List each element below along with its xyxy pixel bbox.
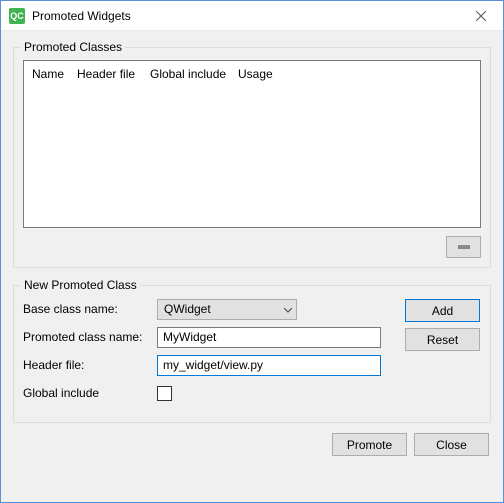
list-toolbar [23, 236, 481, 258]
header-file-input[interactable] [157, 355, 381, 376]
dialog-content: Promoted Classes Name Header file Global… [1, 31, 503, 502]
base-class-value: QWidget [164, 302, 211, 316]
dialog-window: QC Promoted Widgets Promoted Classes Nam… [0, 0, 504, 503]
promote-button[interactable]: Promote [332, 433, 407, 456]
column-global-include[interactable]: Global include [147, 65, 235, 83]
chevron-down-icon [284, 302, 292, 316]
header-file-label: Header file: [23, 358, 157, 372]
group-title-promoted-classes: Promoted Classes [21, 40, 125, 54]
base-class-label: Base class name: [23, 302, 157, 316]
promoted-classes-list[interactable]: Name Header file Global include Usage [23, 60, 481, 228]
close-icon[interactable] [458, 1, 503, 30]
promoted-classes-group: Promoted Classes Name Header file Global… [13, 47, 491, 268]
app-icon: QC [9, 8, 25, 24]
column-name[interactable]: Name [29, 65, 74, 83]
dialog-footer: Promote Close [13, 423, 491, 456]
minus-icon [458, 245, 470, 249]
base-class-select[interactable]: QWidget [157, 299, 297, 320]
close-button[interactable]: Close [414, 433, 489, 456]
titlebar: QC Promoted Widgets [1, 1, 503, 31]
group-title-new-promoted-class: New Promoted Class [21, 278, 140, 292]
global-include-checkbox[interactable] [157, 386, 172, 401]
global-include-label: Global include [23, 386, 157, 400]
promoted-class-label: Promoted class name: [23, 330, 157, 344]
new-promoted-class-group: New Promoted Class Base class name: QWid… [13, 285, 491, 423]
add-button[interactable]: Add [405, 299, 480, 322]
remove-button[interactable] [446, 236, 481, 258]
promoted-class-input[interactable] [157, 327, 381, 348]
reset-button[interactable]: Reset [405, 328, 480, 351]
column-usage[interactable]: Usage [235, 65, 285, 83]
list-header: Name Header file Global include Usage [24, 61, 480, 87]
window-title: Promoted Widgets [32, 9, 458, 23]
column-header-file[interactable]: Header file [74, 65, 147, 83]
